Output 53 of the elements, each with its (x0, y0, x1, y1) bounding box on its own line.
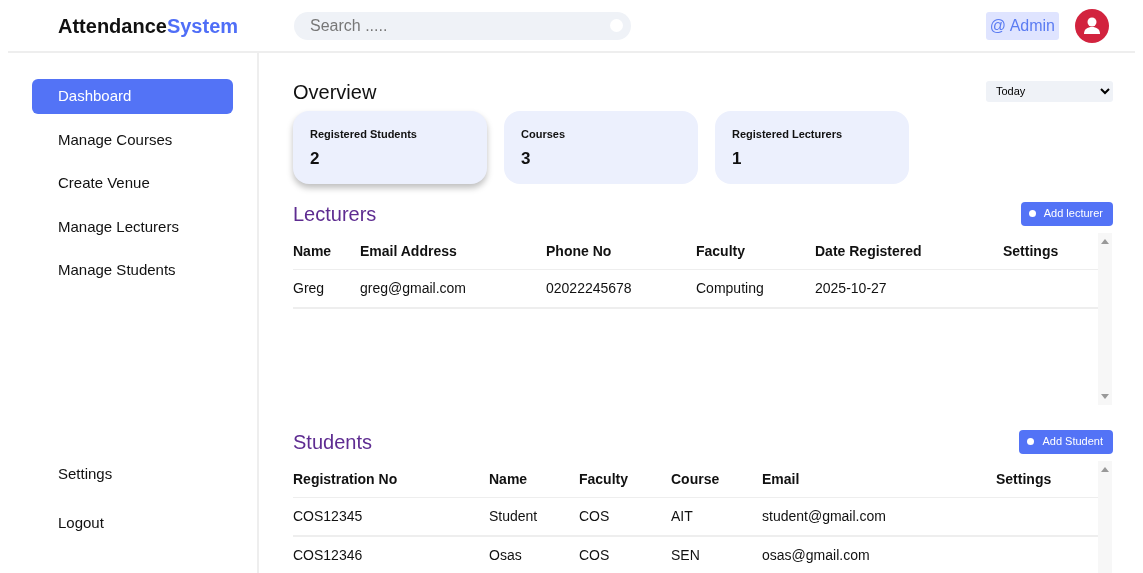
search-field[interactable]: Search ..... (294, 11, 631, 40)
column-header: Faculty (579, 460, 671, 498)
column-header: Email Address (360, 232, 546, 269)
section-title: Overview (293, 80, 377, 105)
stat-label: Registered Students (310, 126, 418, 142)
sidebar-item[interactable]: Dashboard (32, 79, 233, 114)
table-cell: Computing (696, 269, 815, 308)
sidebar-item[interactable]: Logout (32, 505, 233, 540)
table-cell: 2025-10-27 (815, 269, 1003, 308)
table-cell: greg@gmail.com (360, 269, 546, 308)
scrollbar[interactable] (1098, 232, 1112, 405)
table-cell: COS (579, 535, 671, 573)
column-header: Phone No (546, 232, 696, 269)
column-header: Course (671, 460, 762, 498)
user-label: @ Admin (985, 11, 1059, 40)
scroll-up-icon[interactable] (1101, 238, 1109, 244)
scrollbar[interactable] (1098, 460, 1112, 573)
column-header: Date Registered (815, 232, 1003, 269)
table-cell: 02022245678 (546, 269, 696, 308)
table-cell: COS12346 (293, 535, 489, 573)
column-header: Registration No (293, 460, 489, 498)
section-title: Students (293, 430, 372, 455)
avatar-icon[interactable] (1075, 8, 1109, 43)
table-cell: Osas (489, 535, 579, 573)
sidebar-item[interactable]: Manage Lecturers (32, 209, 233, 244)
stat-label: Courses (521, 126, 567, 142)
sidebar-item[interactable]: Create Venue (32, 166, 233, 201)
sidebar-item[interactable]: Settings (32, 457, 233, 492)
table-cell: student@gmail.com (762, 497, 996, 536)
stat-value: 1 (732, 148, 743, 171)
column-header: Name (489, 460, 579, 498)
column-header: Faculty (696, 232, 815, 269)
stat-label: Registered Lecturers (732, 126, 844, 142)
stat-value: 2 (310, 148, 321, 171)
stat-value: 3 (521, 148, 532, 171)
section-title: Lecturers (293, 201, 377, 227)
period-select[interactable]: Today (986, 80, 1113, 102)
column-header: Email (762, 460, 996, 498)
table-cell: AIT (671, 497, 762, 536)
table-cell: Student (489, 497, 579, 536)
table-cell: SEN (671, 535, 762, 573)
scroll-up-icon[interactable] (1101, 466, 1109, 472)
sidebar-item[interactable]: Manage Students (32, 253, 233, 288)
table-cell: COS (579, 497, 671, 536)
sidebar-item[interactable]: Manage Courses (32, 122, 233, 157)
column-header: Name (293, 232, 360, 269)
add-button[interactable]: Add Student (1019, 430, 1113, 454)
add-button[interactable]: Add lecturer (1020, 202, 1113, 226)
table-cell: Greg (293, 269, 360, 308)
table-cell: osas@gmail.com (762, 535, 996, 573)
table-cell: COS12345 (293, 497, 489, 536)
scroll-down-icon[interactable] (1101, 393, 1109, 399)
app-logo: AttendanceSystem (57, 13, 240, 39)
